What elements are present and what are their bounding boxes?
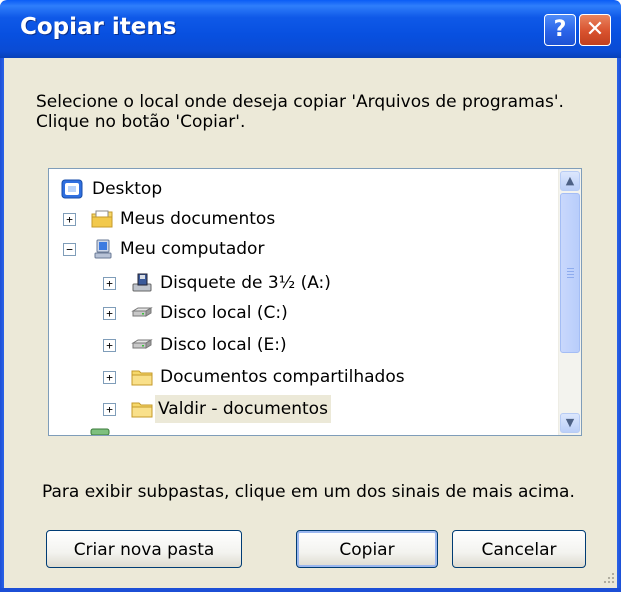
expand-plus-icon[interactable]: + <box>63 213 76 226</box>
folder-icon <box>131 370 153 386</box>
scroll-thumb[interactable] <box>560 193 580 353</box>
my-computer-icon <box>94 239 112 259</box>
desktop-icon <box>61 179 83 199</box>
grip-line <box>567 274 574 275</box>
instruction-text: Selecione o local onde deseja copiar 'Ar… <box>36 92 564 132</box>
tree-item-meu-computador[interactable]: − Meu computador <box>63 235 383 263</box>
grip-line <box>567 277 574 278</box>
tree-item-label: Desktop <box>92 179 163 199</box>
folder-icon <box>131 402 153 418</box>
expand-plus-icon[interactable]: + <box>103 403 116 416</box>
tree-item-documentos-compartilhados[interactable]: + Documentos compartilhados <box>103 363 463 391</box>
folder-tree[interactable]: Desktop + Meus documentos − Meu computad… <box>48 168 582 436</box>
copy-button[interactable]: Copiar <box>296 530 438 568</box>
tree-scrollbar[interactable]: ▲ ▼ <box>558 169 581 435</box>
collapse-minus-icon[interactable]: − <box>63 243 76 256</box>
tree-item-label: Disquete de 3½ (A:) <box>160 273 331 293</box>
grip-line <box>567 268 574 269</box>
new-folder-button[interactable]: Criar nova pasta <box>46 530 242 568</box>
chevron-up-icon: ▲ <box>565 174 575 187</box>
resize-grip-icon[interactable] <box>603 572 615 584</box>
scroll-down-button[interactable]: ▼ <box>560 413 580 433</box>
tree-item-disquete[interactable]: + Disquete de 3½ (A:) <box>103 269 423 297</box>
tree-item-disco-c[interactable]: + Disco local (C:) <box>103 299 423 327</box>
expand-plus-icon[interactable]: + <box>103 307 116 320</box>
expand-plus-icon[interactable]: + <box>103 339 116 352</box>
tree-item-label: Meus documentos <box>120 209 276 229</box>
dialog-title: Copiar itens <box>20 14 177 40</box>
close-button[interactable]: ✕ <box>579 14 611 46</box>
my-documents-icon <box>91 210 113 228</box>
help-button[interactable]: ? <box>544 14 576 46</box>
tree-item-disco-e[interactable]: + Disco local (E:) <box>103 331 423 359</box>
network-icon <box>90 428 110 435</box>
tree-item-label: Documentos compartilhados <box>160 367 405 387</box>
tree-item-label: Meu computador <box>120 239 265 259</box>
copy-items-dialog: Copiar itens ? ✕ Selecione o local onde … <box>0 0 621 592</box>
tree-item-desktop[interactable]: Desktop <box>59 175 359 203</box>
tree-item-valdir-documentos[interactable]: + Valdir - documentos <box>103 395 463 423</box>
expand-plus-icon[interactable]: + <box>103 371 116 384</box>
tree-item-label: Disco local (E:) <box>160 335 287 355</box>
floppy-drive-icon <box>132 273 152 292</box>
tree-item-meus-documentos[interactable]: + Meus documentos <box>63 205 383 233</box>
chevron-down-icon: ▼ <box>565 416 575 429</box>
tree-item-label: Valdir - documentos <box>155 395 331 423</box>
hard-drive-icon <box>131 307 153 317</box>
grip-line <box>567 271 574 272</box>
scroll-up-button[interactable]: ▲ <box>560 171 580 191</box>
tree-item-label: Disco local (C:) <box>160 303 288 323</box>
expand-plus-icon[interactable]: + <box>103 277 116 290</box>
hard-drive-icon <box>131 339 153 349</box>
title-bar[interactable]: Copiar itens ? ✕ <box>0 0 621 58</box>
cancel-button[interactable]: Cancelar <box>452 530 586 568</box>
hint-text: Para exibir subpastas, clique em um dos … <box>42 482 575 502</box>
